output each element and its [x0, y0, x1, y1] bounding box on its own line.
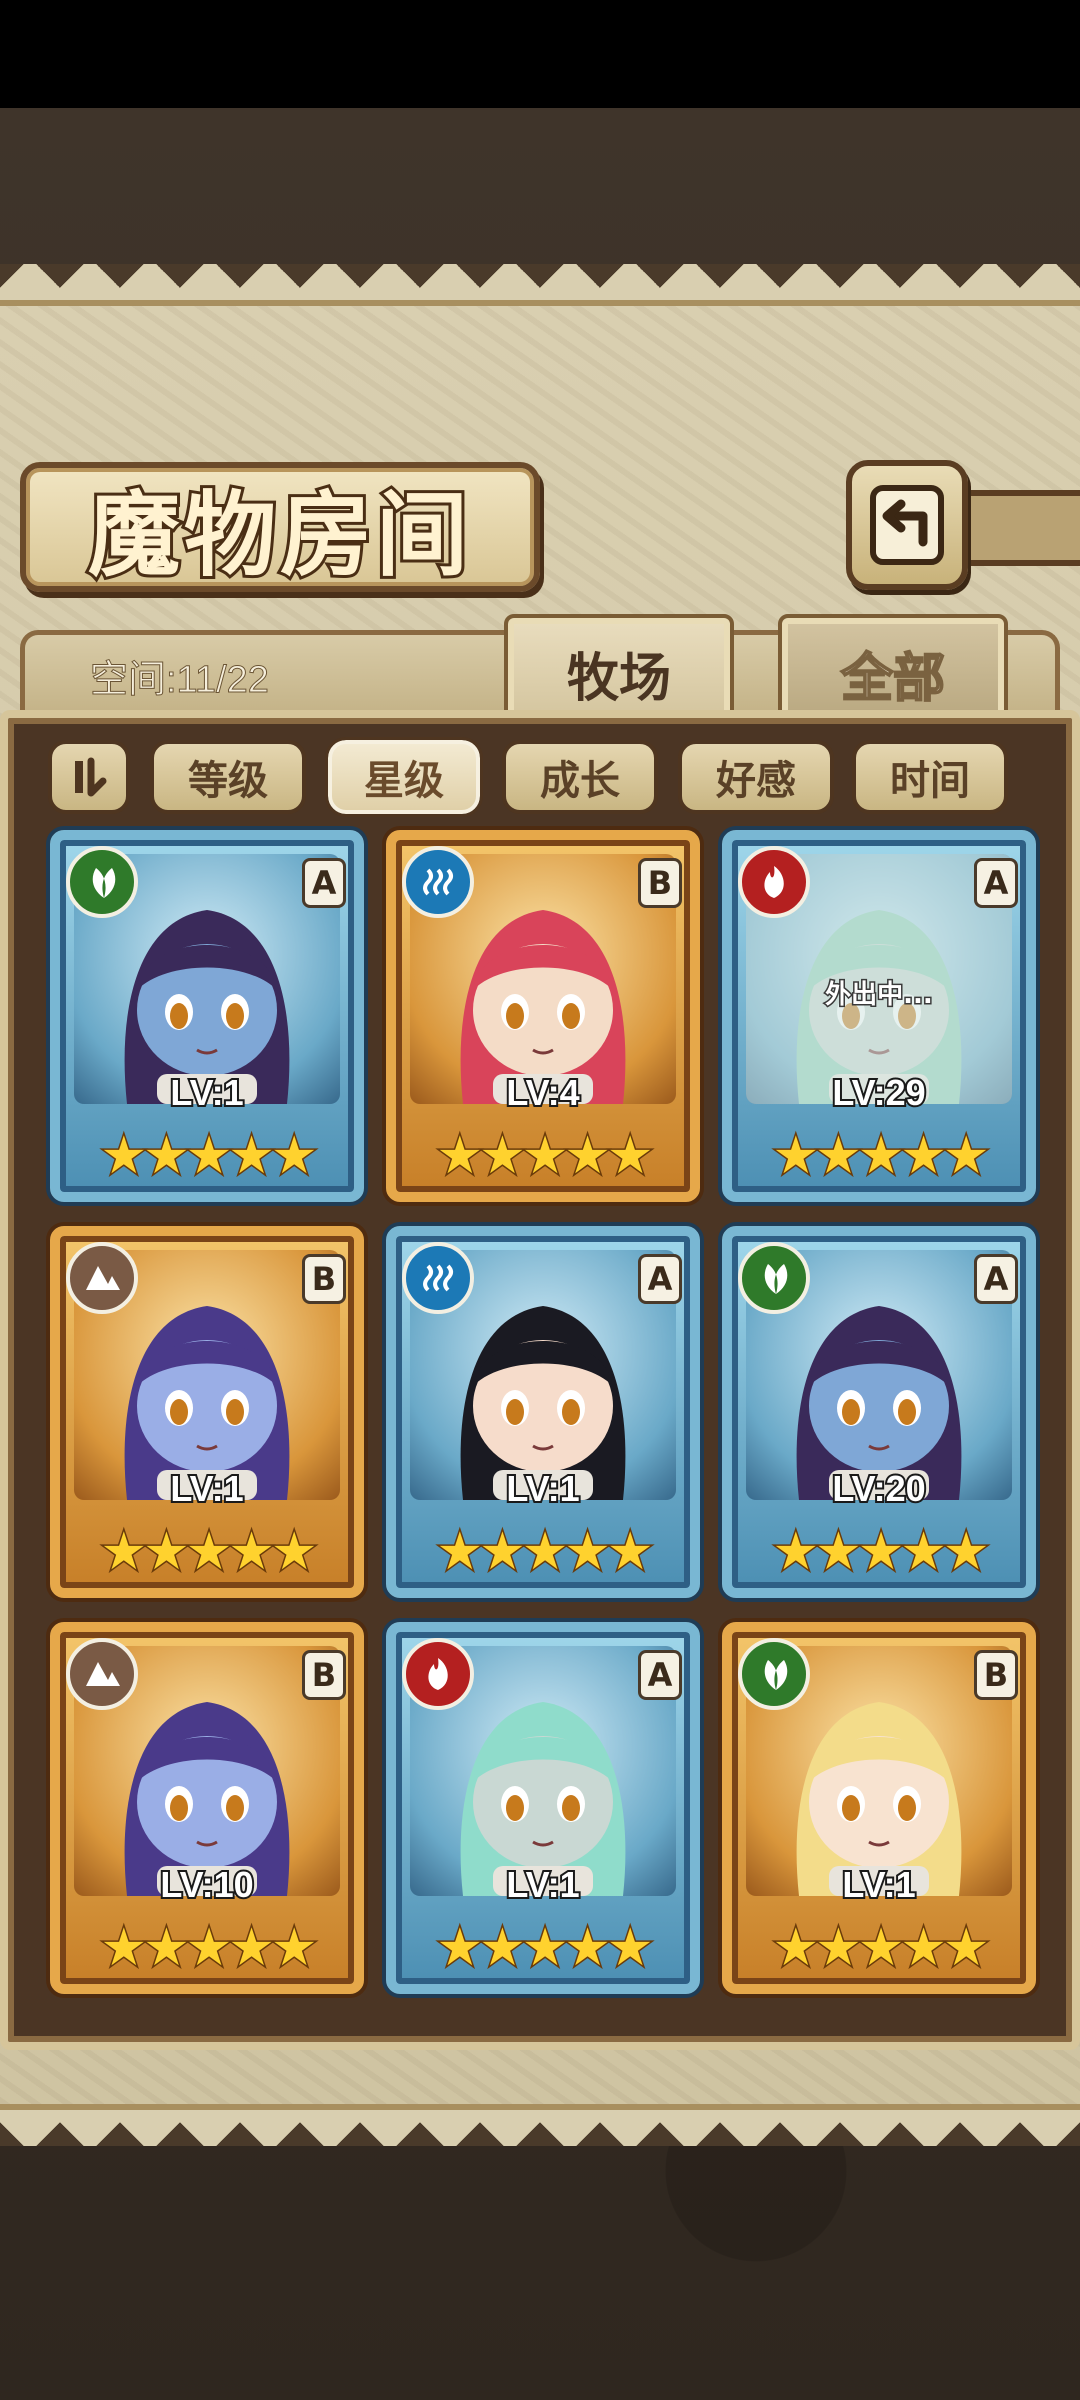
back-button[interactable]	[846, 460, 968, 590]
monster-card[interactable]: B LV:4 ★★★★★	[386, 830, 700, 1202]
return-arrow-icon	[870, 485, 944, 565]
rank-badge: A	[302, 858, 346, 908]
flame-icon	[738, 846, 810, 918]
sort-order-icon	[75, 757, 107, 797]
mountain-icon	[66, 1638, 138, 1710]
sort-growth-button[interactable]: 成长	[502, 740, 658, 814]
sort-level-button[interactable]: 等级	[150, 740, 306, 814]
panel-bottom-edge	[0, 2110, 1080, 2146]
rank-badge: A	[638, 1650, 682, 1700]
rank-badge: B	[302, 1650, 346, 1700]
rank-badge: B	[638, 858, 682, 908]
space-capacity: 空间:11/22	[90, 659, 270, 702]
sort-time-button[interactable]: 时间	[852, 740, 1008, 814]
star-rating: ★★★★★	[771, 1917, 991, 1980]
monster-level: LV:4	[504, 1070, 581, 1115]
water-wave-icon	[402, 846, 474, 918]
panel-top-edge	[0, 264, 1080, 300]
rank-badge: A	[638, 1254, 682, 1304]
monster-card[interactable]: A LV:1 ★★★★★	[386, 1226, 700, 1598]
rank-badge: A	[974, 1254, 1018, 1304]
star-rating: ★★★★★	[99, 1125, 319, 1188]
monster-level: LV:1	[504, 1862, 581, 1907]
page-title: 魔物房间	[85, 478, 472, 592]
monster-level: LV:29	[830, 1070, 927, 1115]
back-rail	[960, 490, 1080, 566]
status-bar	[0, 0, 1080, 108]
monster-card[interactable]: A LV:20 ★★★★★	[722, 1226, 1036, 1598]
monster-card[interactable]: A LV:1 ★★★★★	[386, 1622, 700, 1994]
sort-affection-button[interactable]: 好感	[678, 740, 834, 814]
star-rating: ★★★★★	[435, 1917, 655, 1980]
leaf-icon	[66, 846, 138, 918]
star-rating: ★★★★★	[771, 1125, 991, 1188]
monster-level: LV:1	[504, 1466, 581, 1511]
monster-level: LV:20	[830, 1466, 927, 1511]
rank-badge: A	[974, 858, 1018, 908]
monster-card[interactable]: 外出中... A LV:29 ★★★★★	[722, 830, 1036, 1202]
star-rating: ★★★★★	[771, 1521, 991, 1584]
leaf-icon	[738, 1242, 810, 1314]
monster-card[interactable]: B LV:10 ★★★★★	[50, 1622, 364, 1994]
mountain-icon	[66, 1242, 138, 1314]
away-status: 外出中...	[824, 979, 935, 1012]
monster-level: LV:10	[158, 1862, 255, 1907]
rank-badge: B	[302, 1254, 346, 1304]
monster-level: LV:1	[168, 1466, 245, 1511]
star-rating: ★★★★★	[435, 1125, 655, 1188]
star-rating: ★★★★★	[99, 1917, 319, 1980]
star-rating: ★★★★★	[435, 1521, 655, 1584]
monster-level: LV:1	[168, 1070, 245, 1115]
monster-card[interactable]: A LV:1 ★★★★★	[50, 830, 364, 1202]
leaf-icon	[738, 1638, 810, 1710]
title-plate: 魔物房间	[20, 462, 540, 592]
monster-level: LV:1	[840, 1862, 917, 1907]
sort-order-toggle[interactable]	[48, 740, 130, 814]
star-rating: ★★★★★	[99, 1521, 319, 1584]
rank-badge: B	[974, 1650, 1018, 1700]
monster-card[interactable]: B LV:1 ★★★★★	[50, 1226, 364, 1598]
water-wave-icon	[402, 1242, 474, 1314]
sort-star-button[interactable]: 星级	[325, 737, 483, 817]
flame-icon	[402, 1638, 474, 1710]
monster-card[interactable]: B LV:1 ★★★★★	[722, 1622, 1036, 1994]
